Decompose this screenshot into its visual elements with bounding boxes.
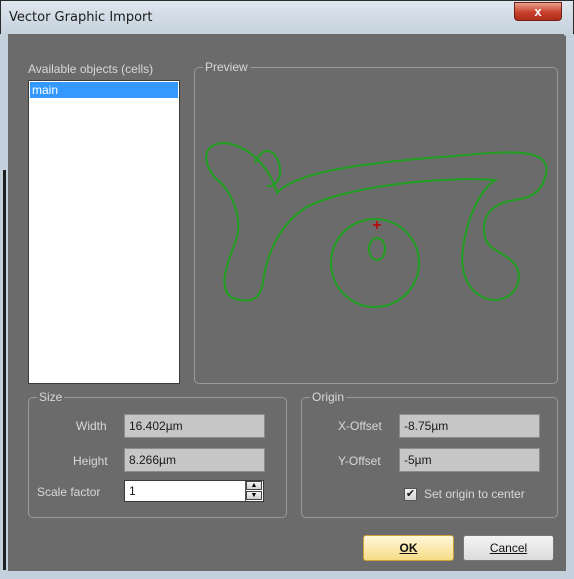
close-button[interactable]: x [514,2,562,21]
center-origin-checkbox[interactable]: ✔ [404,488,417,501]
close-icon: x [534,4,542,19]
objects-label: Available objects (cells) [28,62,154,76]
window-frame-shadow [3,170,6,570]
title-bar[interactable]: Vector Graphic Import x [1,1,573,36]
stepper-down-icon[interactable]: ▼ [246,491,262,500]
origin-label: Origin [310,390,347,404]
scale-factor-input[interactable]: 1 [124,480,264,502]
logo-inner-circle [368,237,386,261]
y-offset-field: -5µm [399,448,540,472]
size-label: Size [37,390,65,404]
scale-factor-label: Scale factor [37,485,101,499]
logo-tail-path [254,150,281,188]
logo-circle [330,218,420,308]
window-frame-bottom [0,571,574,579]
checkmark-icon: ✔ [405,488,416,500]
width-field: 16.402µm [124,414,265,438]
list-item[interactable]: main [30,82,178,98]
window-frame-right [566,34,574,579]
objects-list[interactable]: main [28,80,180,384]
window-title: Vector Graphic Import [9,10,153,25]
x-offset-field: -8.75µm [399,414,540,438]
height-field: 8.266µm [124,448,265,472]
ok-button-label: OK [399,541,418,555]
height-label: Height [73,454,108,468]
center-origin-label[interactable]: Set origin to center [424,487,525,501]
preview-canvas [205,141,548,308]
x-offset-label: X-Offset [338,419,382,433]
origin-marker-icon [373,221,381,229]
scale-factor-stepper[interactable]: ▲ ▼ [245,481,262,501]
ok-button[interactable]: OK [363,535,454,561]
y-offset-label: Y-Offset [338,454,381,468]
cancel-button-label: Cancel [489,541,528,555]
width-label: Width [76,419,107,433]
cancel-button[interactable]: Cancel [463,535,554,561]
stepper-up-icon[interactable]: ▲ [246,481,262,490]
